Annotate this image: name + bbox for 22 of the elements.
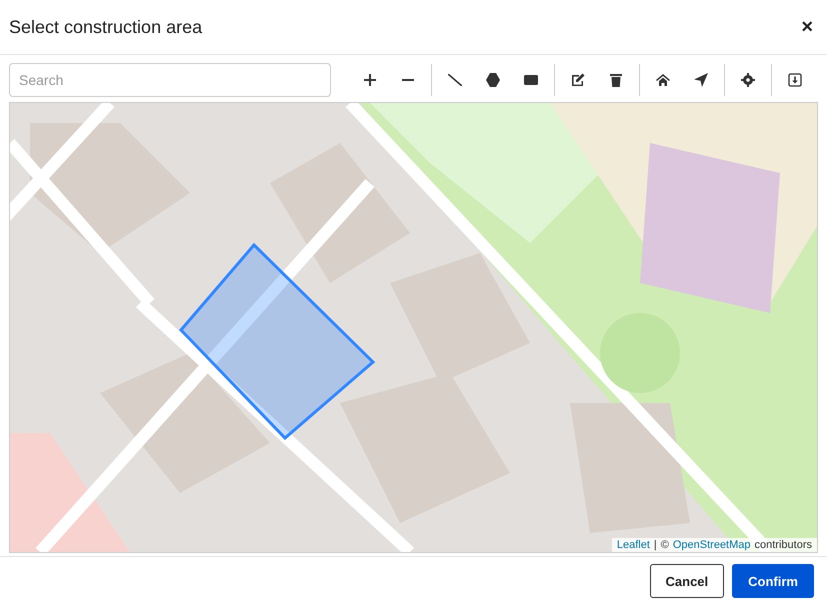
- line-icon: [448, 74, 462, 86]
- close-button[interactable]: ×: [799, 16, 815, 38]
- leaflet-link[interactable]: Leaflet: [616, 539, 650, 551]
- search-field[interactable]: Search: [9, 63, 331, 97]
- settings-icon: [741, 73, 755, 87]
- cancel-button[interactable]: Cancel: [650, 564, 724, 598]
- openstreetmap-link[interactable]: OpenStreetMap: [672, 539, 751, 551]
- navigation-arrow-icon: [694, 73, 708, 87]
- minus-icon: [402, 79, 414, 81]
- separator-text: |: [654, 539, 657, 551]
- copyright-text: ©: [660, 539, 669, 551]
- contributors-text: contributors: [754, 539, 812, 551]
- edit-icon: [571, 73, 585, 87]
- plus-icon: [364, 74, 376, 86]
- confirm-button[interactable]: Confirm: [732, 564, 814, 598]
- selected-area[interactable]: [178, 242, 376, 440]
- home-icon: [656, 73, 670, 87]
- dialog-title: Select construction area: [9, 16, 202, 38]
- trash-icon: [609, 73, 623, 87]
- hexagon-icon: [486, 73, 500, 87]
- download-icon: [788, 73, 802, 87]
- rectangle-icon: [524, 75, 538, 85]
